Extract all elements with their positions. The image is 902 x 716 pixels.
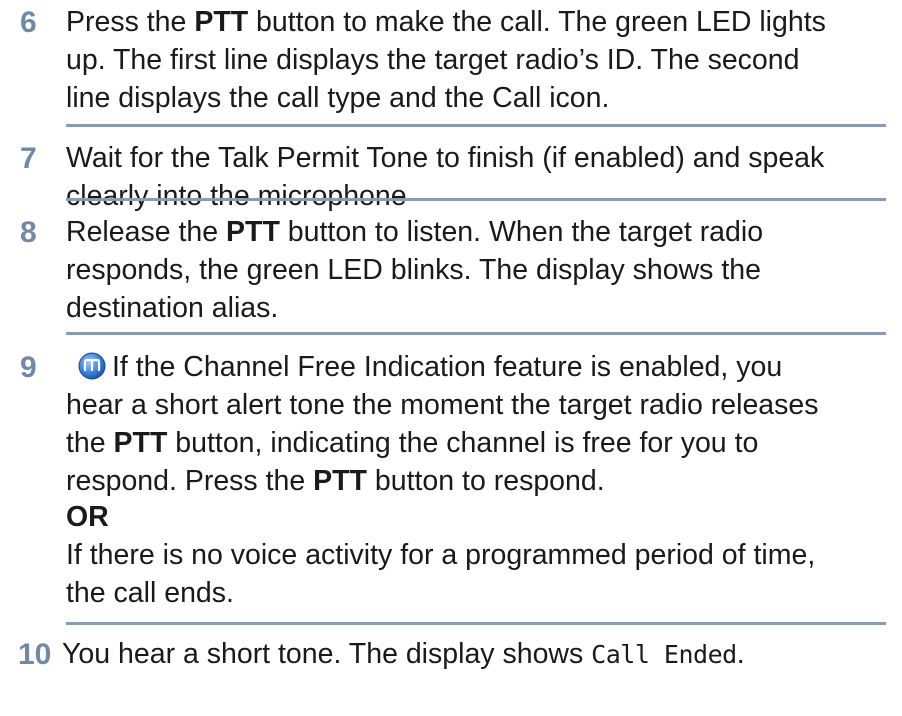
step-text-line: responds, the green LED blinks. The disp… [66, 254, 761, 286]
step-text-line: the call ends. [66, 577, 234, 609]
step-number: 8 [20, 216, 37, 249]
ptt-button-ref: PTT [113, 427, 168, 459]
step-text-line: up. The first line displays the target r… [66, 44, 800, 76]
step-text-line: line displays the call type and the Call… [66, 82, 610, 114]
display-text-call-ended: Call Ended [591, 640, 737, 669]
step-text-line: destination alias. [66, 292, 279, 324]
step-divider [66, 622, 886, 625]
step-text-line: the PTT button, indicating the channel i… [66, 427, 759, 459]
step-divider [66, 198, 886, 201]
step-text-line: hear a short alert tone the moment the t… [66, 389, 819, 421]
step-divider [66, 124, 886, 127]
step-text-line: respond. Press the PTT button to respond… [66, 465, 605, 497]
channel-free-indication-icon [78, 352, 106, 380]
step-divider [66, 332, 886, 335]
manual-page: 6 Press the PTT button to make the call.… [0, 0, 902, 716]
step-text-line: If the Channel Free Indication feature i… [66, 349, 896, 386]
ptt-button-ref: PTT [194, 6, 249, 38]
step-text-line: If there is no voice activity for a prog… [66, 539, 816, 571]
step-number: 9 [20, 351, 37, 384]
step-number: 10 [18, 638, 52, 671]
step-number: 7 [20, 142, 37, 175]
step-text-line: Press the PTT button to make the call. T… [66, 6, 826, 38]
ptt-button-ref: PTT [226, 216, 280, 248]
step-text-line: Wait for the Talk Permit Tone to finish … [66, 142, 825, 174]
ptt-button-ref: PTT [313, 465, 367, 497]
step-text-line: clearly into the microphone [66, 180, 407, 212]
step-number: 6 [20, 6, 37, 39]
or-separator: OR [66, 501, 109, 533]
step-text-line: You hear a short tone. The display shows… [62, 638, 745, 670]
step-text-line: Release the PTT button to listen. When t… [66, 216, 764, 248]
